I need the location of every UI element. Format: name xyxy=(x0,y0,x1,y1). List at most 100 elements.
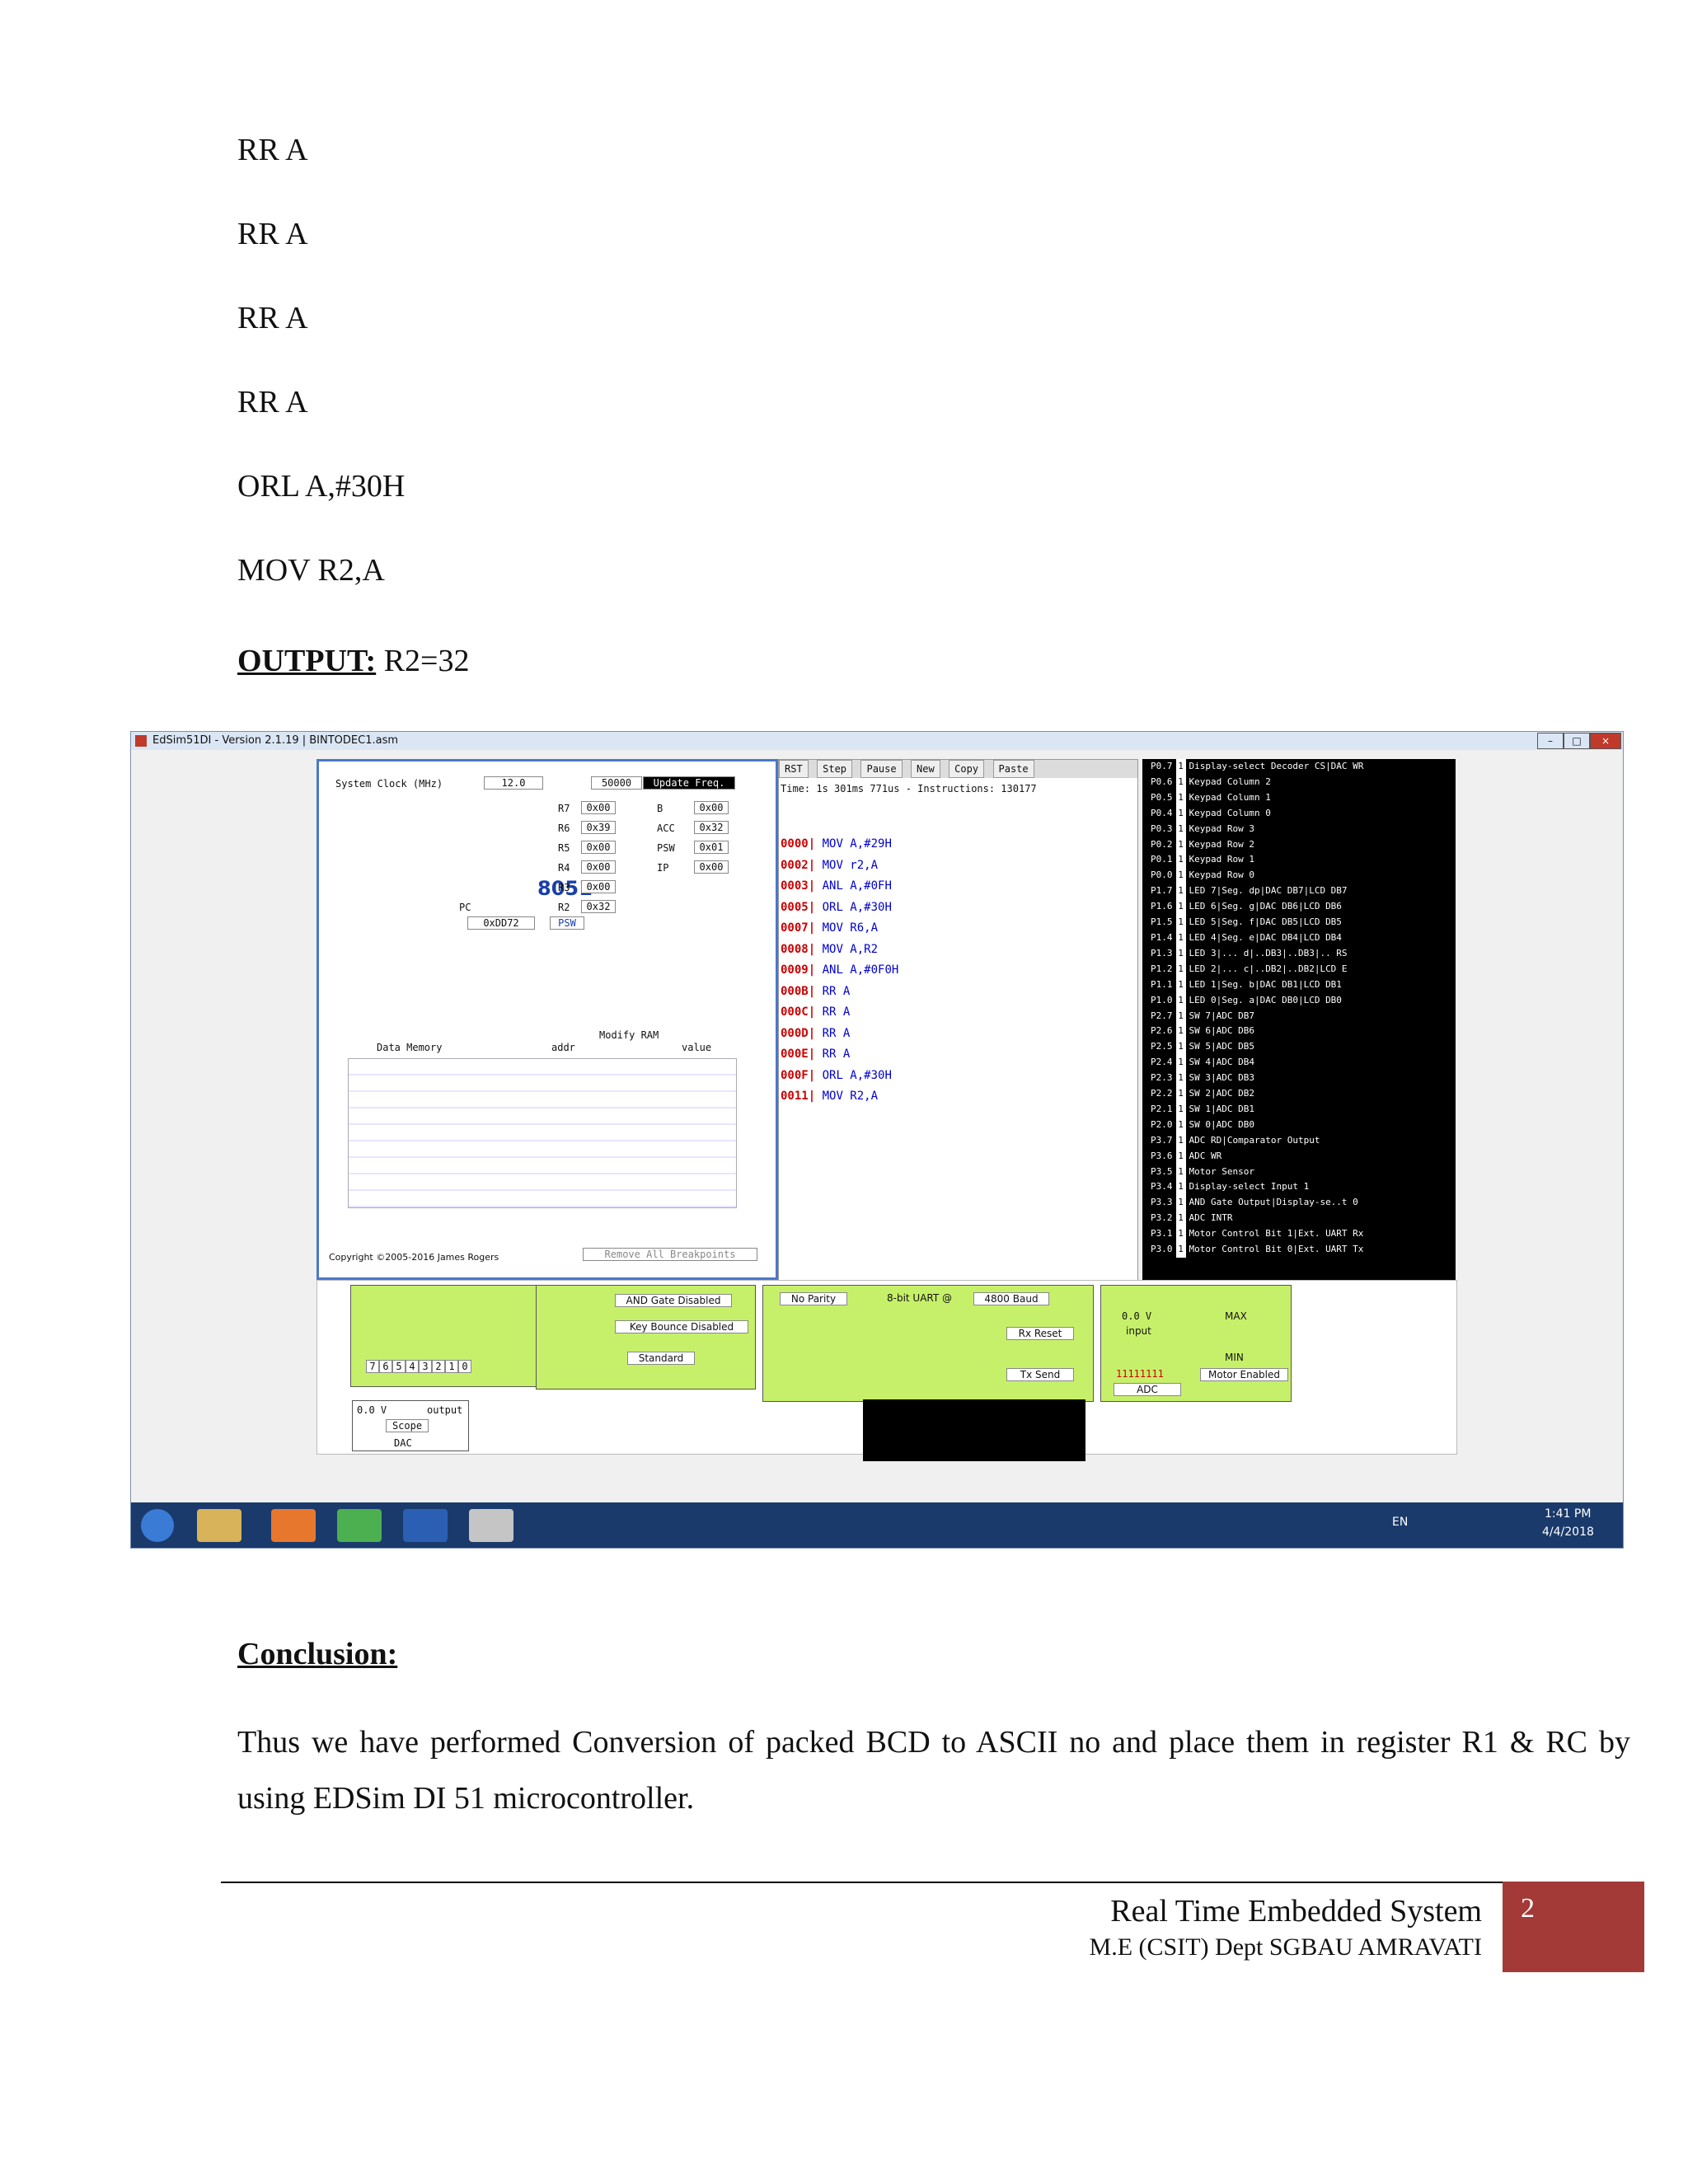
port-pin-value[interactable]: 1 xyxy=(1175,1071,1186,1087)
port-pin-value[interactable]: 1 xyxy=(1175,930,1186,946)
port-pin-value[interactable]: 1 xyxy=(1175,1148,1186,1165)
port-pin-row[interactable]: P0.7 1 Display-select Decoder CS|DAC WR xyxy=(1142,759,1456,775)
port-pin-value[interactable]: 1 xyxy=(1175,1211,1186,1227)
port-pin-value[interactable]: 1 xyxy=(1175,1055,1186,1071)
close-icon[interactable]: × xyxy=(1590,733,1621,749)
switch-1[interactable]: 1 xyxy=(445,1360,458,1373)
port-pin-row[interactable]: P2.6 1 SW 6|ADC DB6 xyxy=(1142,1024,1456,1040)
update-freq-button[interactable]: Update Freq. xyxy=(643,776,735,790)
port-pin-value[interactable]: 1 xyxy=(1175,1226,1186,1243)
port-pin-value[interactable]: 1 xyxy=(1175,821,1186,837)
port-pin-value[interactable]: 1 xyxy=(1175,774,1186,790)
switch-7[interactable]: 7 xyxy=(366,1360,379,1373)
port-pin-row[interactable]: P2.3 1 SW 3|ADC DB3 xyxy=(1142,1071,1456,1087)
port-pin-value[interactable]: 1 xyxy=(1175,759,1186,775)
port-pin-row[interactable]: P3.6 1 ADC WR xyxy=(1142,1148,1456,1165)
clock-time[interactable]: 1:41 PM xyxy=(1545,1507,1591,1521)
system-clock-input[interactable]: 12.0 xyxy=(484,776,543,790)
file-explorer-icon[interactable] xyxy=(197,1509,241,1542)
switch-2[interactable]: 2 xyxy=(432,1360,445,1373)
port-pin-row[interactable]: P2.7 1 SW 7|ADC DB7 xyxy=(1142,1008,1456,1024)
switch-4[interactable]: 4 xyxy=(406,1360,419,1373)
port-pin-value[interactable]: 1 xyxy=(1175,977,1186,993)
firefox-icon[interactable] xyxy=(271,1509,316,1542)
port-pin-row[interactable]: P1.1 1 LED 1|Seg. b|DAC DB1|LCD DB1 xyxy=(1142,977,1456,993)
port-pin-row[interactable]: P1.7 1 LED 7|Seg. dp|DAC DB7|LCD DB7 xyxy=(1142,883,1456,900)
port-pin-row[interactable]: P0.0 1 Keypad Row 0 xyxy=(1142,868,1456,884)
port-pin-value[interactable]: 1 xyxy=(1175,1008,1186,1024)
step-button[interactable]: Step xyxy=(817,760,853,778)
clock-date[interactable]: 4/4/2018 xyxy=(1542,1526,1594,1539)
port-pin-value[interactable]: 1 xyxy=(1175,1086,1186,1102)
start-button-icon[interactable] xyxy=(141,1509,174,1542)
maximize-icon[interactable]: □ xyxy=(1564,733,1590,749)
port-pin-row[interactable]: P1.4 1 LED 4|Seg. e|DAC DB4|LCD DB4 xyxy=(1142,930,1456,946)
parity-button[interactable]: No Parity xyxy=(780,1292,847,1305)
switch-0[interactable]: 0 xyxy=(458,1360,471,1373)
word-icon[interactable] xyxy=(403,1509,448,1542)
port-pin-value[interactable]: 1 xyxy=(1175,961,1186,977)
new-button[interactable]: New xyxy=(911,760,940,778)
paste-button[interactable]: Paste xyxy=(992,760,1034,778)
port-pin-row[interactable]: P0.1 1 Keypad Row 1 xyxy=(1142,852,1456,869)
rst-button[interactable]: RST xyxy=(779,760,809,778)
port-pin-row[interactable]: P1.6 1 LED 6|Seg. g|DAC DB6|LCD DB6 xyxy=(1142,899,1456,916)
port-pin-value[interactable]: 1 xyxy=(1175,1242,1186,1258)
port-pin-row[interactable]: P3.0 1 Motor Control Bit 0|Ext. UART Tx xyxy=(1142,1242,1456,1258)
port-pin-row[interactable]: P2.4 1 SW 4|ADC DB4 xyxy=(1142,1055,1456,1071)
port-pin-value[interactable]: 1 xyxy=(1175,1164,1186,1180)
pause-button[interactable]: Pause xyxy=(860,760,903,778)
port-pin-value[interactable]: 1 xyxy=(1175,852,1186,869)
port-pin-value[interactable]: 1 xyxy=(1175,945,1186,962)
port-pin-row[interactable]: P2.0 1 SW 0|ADC DB0 xyxy=(1142,1117,1456,1133)
port-pin-value[interactable]: 1 xyxy=(1175,868,1186,884)
scope-button[interactable]: Scope xyxy=(386,1419,429,1432)
port-pin-row[interactable]: P3.7 1 ADC RD|Comparator Output xyxy=(1142,1132,1456,1149)
port-pin-row[interactable]: P1.3 1 LED 3|... d|..DB3|..DB3|.. RS xyxy=(1142,945,1456,962)
port-pin-row[interactable]: P3.3 1 AND Gate Output|Display-se..t 0 xyxy=(1142,1195,1456,1212)
port-pin-row[interactable]: P0.6 1 Keypad Column 2 xyxy=(1142,774,1456,790)
update-freq-select[interactable]: 50000 xyxy=(591,776,642,790)
motor-enabled-button[interactable]: Motor Enabled xyxy=(1200,1368,1288,1381)
port-pin-row[interactable]: P3.5 1 Motor Sensor xyxy=(1142,1164,1456,1180)
chrome-icon[interactable] xyxy=(337,1509,382,1542)
code-listing[interactable]: 0000| MOV A,#29H 0002| MOV r2,A 0003| AN… xyxy=(781,834,898,1108)
port-pin-row[interactable]: P2.5 1 SW 5|ADC DB5 xyxy=(1142,1039,1456,1056)
port-pin-row[interactable]: P3.2 1 ADC INTR xyxy=(1142,1211,1456,1227)
tx-send-button[interactable]: Tx Send xyxy=(1006,1368,1074,1381)
java-icon[interactable] xyxy=(469,1509,513,1542)
language-indicator[interactable]: EN xyxy=(1392,1516,1408,1529)
port-pin-row[interactable]: P3.1 1 Motor Control Bit 1|Ext. UART Rx xyxy=(1142,1226,1456,1243)
port-pin-value[interactable]: 1 xyxy=(1175,992,1186,1009)
port-pin-value[interactable]: 1 xyxy=(1175,837,1186,853)
port-pin-row[interactable]: P1.0 1 LED 0|Seg. a|DAC DB0|LCD DB0 xyxy=(1142,992,1456,1009)
minimize-icon[interactable]: – xyxy=(1537,733,1564,749)
rx-reset-button[interactable]: Rx Reset xyxy=(1006,1327,1074,1340)
switch-6[interactable]: 6 xyxy=(379,1360,392,1373)
port-pin-value[interactable]: 1 xyxy=(1175,883,1186,900)
baud-select[interactable]: 4800 Baud xyxy=(973,1292,1049,1305)
port-pin-row[interactable]: P0.2 1 Keypad Row 2 xyxy=(1142,837,1456,853)
port-pin-row[interactable]: P3.4 1 Display-select Input 1 xyxy=(1142,1179,1456,1196)
port-pin-value[interactable]: 1 xyxy=(1175,915,1186,930)
remove-breakpoints-button[interactable]: Remove All Breakpoints xyxy=(583,1248,757,1261)
port-pin-value[interactable]: 1 xyxy=(1175,805,1186,822)
copy-button[interactable]: Copy xyxy=(949,760,985,778)
port-pin-value[interactable]: 1 xyxy=(1175,1132,1186,1149)
standard-select[interactable]: Standard xyxy=(627,1352,695,1365)
port-pin-value[interactable]: 1 xyxy=(1175,1101,1186,1118)
adc-button[interactable]: ADC xyxy=(1114,1383,1181,1396)
and-gate-button[interactable]: AND Gate Disabled xyxy=(615,1294,732,1307)
port-pin-value[interactable]: 1 xyxy=(1175,1039,1186,1056)
switch-5[interactable]: 5 xyxy=(392,1360,406,1373)
port-pin-value[interactable]: 1 xyxy=(1175,790,1186,806)
port-pin-value[interactable]: 1 xyxy=(1175,1117,1186,1133)
port-pin-row[interactable]: P0.5 1 Keypad Column 1 xyxy=(1142,790,1456,806)
port-pin-value[interactable]: 1 xyxy=(1175,1024,1186,1040)
port-pin-value[interactable]: 1 xyxy=(1175,1195,1186,1212)
port-pin-row[interactable]: P1.2 1 LED 2|... c|..DB2|..DB2|LCD E xyxy=(1142,961,1456,977)
port-pin-value[interactable]: 1 xyxy=(1175,1179,1186,1196)
port-pin-row[interactable]: P0.4 1 Keypad Column 0 xyxy=(1142,805,1456,822)
key-bounce-button[interactable]: Key Bounce Disabled xyxy=(615,1320,748,1333)
port-pin-row[interactable]: P0.3 1 Keypad Row 3 xyxy=(1142,821,1456,837)
